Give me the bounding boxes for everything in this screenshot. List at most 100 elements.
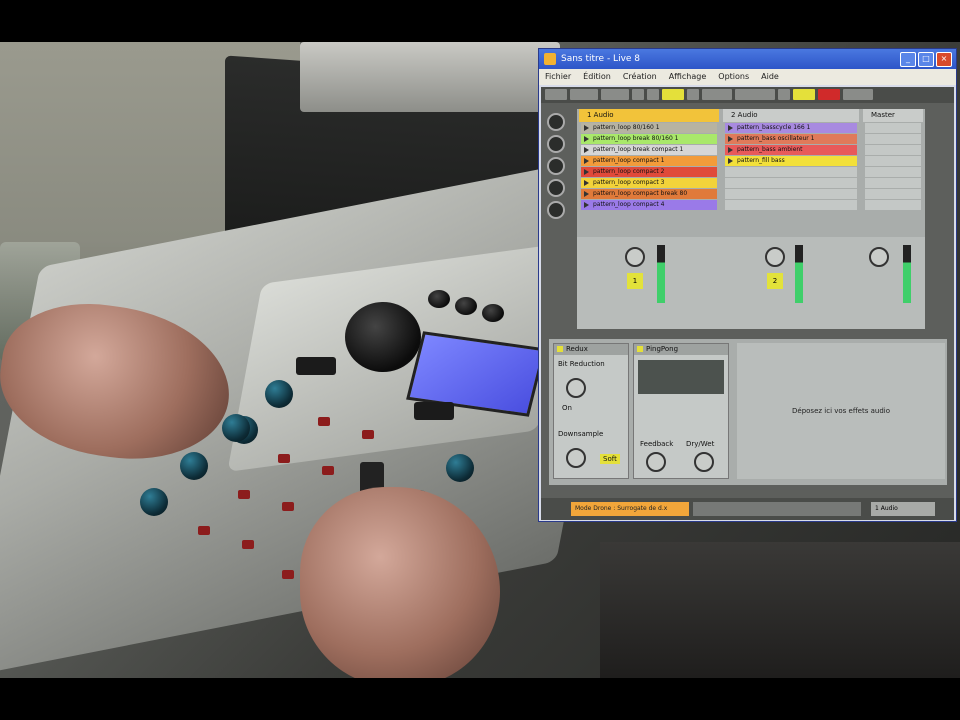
clip-slot[interactable]: pattern_fill bass (725, 156, 857, 166)
device-view: Redux Bit Reduction On Downsample Soft P… (549, 339, 947, 485)
scene-slot[interactable] (865, 167, 921, 177)
browser-icon[interactable] (547, 157, 565, 175)
transport-bar (541, 87, 954, 103)
mixer-pad (414, 402, 454, 420)
status-bar: Mode Drone : Surrogate de d.x 1 Audio (541, 498, 954, 520)
pan-knob[interactable] (869, 247, 889, 267)
mixer-button (428, 290, 450, 308)
scene-slot[interactable] (865, 178, 921, 188)
mixer-knob (180, 452, 208, 480)
maximize-button[interactable]: □ (918, 52, 934, 67)
scene-slot[interactable] (865, 156, 921, 166)
device-toggle-label[interactable]: On (562, 404, 572, 412)
record-button[interactable] (818, 89, 840, 100)
browser-icon[interactable] (547, 135, 565, 153)
clip-slot[interactable]: pattern_loop compact break 80 (581, 189, 717, 199)
mixer-knob (446, 454, 474, 482)
menu-view[interactable]: Affichage (669, 69, 707, 85)
empty-clip-slot[interactable] (725, 200, 857, 210)
menu-file[interactable]: Fichier (545, 69, 571, 85)
jog-knob (345, 302, 421, 372)
mixer-led (282, 502, 294, 511)
device-knob[interactable] (566, 448, 586, 468)
browser-icon[interactable] (547, 201, 565, 219)
menu-options[interactable]: Options (718, 69, 749, 85)
transport-button[interactable] (735, 89, 775, 100)
transport-button[interactable] (687, 89, 699, 100)
transport-button[interactable] (843, 89, 873, 100)
scene-slot[interactable] (865, 134, 921, 144)
device-label: Bit Reduction (558, 360, 605, 368)
track-header[interactable]: 2 Audio (723, 109, 859, 122)
track-activator[interactable]: 2 (767, 273, 783, 289)
minimize-button[interactable]: _ (900, 52, 916, 67)
cables-area (600, 542, 960, 678)
clip-slot[interactable]: pattern_loop compact 2 (581, 167, 717, 177)
transport-button[interactable] (601, 89, 629, 100)
scene-slot[interactable] (865, 200, 921, 210)
clip-slot[interactable]: pattern_bass oscillateur 1 (725, 134, 857, 144)
effects-drop-zone[interactable]: Déposez ici vos effets audio (737, 343, 945, 479)
clip-slot[interactable]: pattern_loop compact 3 (581, 178, 717, 188)
mixer-led (242, 540, 254, 549)
browser-icon[interactable] (547, 113, 565, 131)
empty-clip-slot[interactable] (725, 167, 857, 177)
device-knob[interactable] (694, 452, 714, 472)
level-meter (657, 245, 665, 303)
transport-button[interactable] (702, 89, 732, 100)
track-activator[interactable]: 1 (627, 273, 643, 289)
device-title[interactable]: Redux (554, 344, 628, 355)
scene-slot[interactable] (865, 189, 921, 199)
transport-button[interactable] (778, 89, 790, 100)
empty-clip-slot[interactable] (725, 189, 857, 199)
filter-display[interactable] (638, 360, 724, 394)
window-titlebar: Sans titre - Live 8 _ □ × (539, 49, 956, 69)
transport-button[interactable] (662, 89, 684, 100)
status-message: Mode Drone : Surrogate de d.x (571, 502, 689, 516)
menu-help[interactable]: Aide (761, 69, 779, 85)
mixer-led (278, 454, 290, 463)
session-view: 1 Audio pattern_loop 80/160 1 pattern_lo… (577, 109, 925, 329)
browser-icons (547, 109, 569, 223)
live-workspace: 1 Audio pattern_loop 80/160 1 pattern_lo… (541, 87, 954, 520)
mixer-led (322, 466, 334, 475)
transport-button[interactable] (545, 89, 567, 100)
scene-slot[interactable] (865, 145, 921, 155)
pan-knob[interactable] (625, 247, 645, 267)
menu-bar: Fichier Édition Création Affichage Optio… (539, 69, 956, 85)
app-icon (544, 53, 556, 65)
device-title[interactable]: PingPong (634, 344, 728, 355)
device-knob[interactable] (566, 378, 586, 398)
device-knob[interactable] (646, 452, 666, 472)
clip-slot[interactable]: pattern_basscycle 166 1 (725, 123, 857, 133)
level-meter (795, 245, 803, 303)
device-mode[interactable]: Soft (600, 454, 620, 464)
empty-clip-slot[interactable] (725, 178, 857, 188)
play-button[interactable] (632, 89, 644, 100)
pan-knob[interactable] (765, 247, 785, 267)
mixer-knob (140, 488, 168, 516)
mixer-led (318, 417, 330, 426)
track-header[interactable]: Master (863, 109, 923, 122)
close-button[interactable]: × (936, 52, 952, 67)
window-controls: _ □ × (900, 52, 952, 67)
clip-slot[interactable]: pattern_loop break 80/160 1 (581, 134, 717, 144)
device-label: Dry/Wet (686, 440, 715, 448)
clip-slot[interactable]: pattern_bass ambient (725, 145, 857, 155)
ableton-window: Sans titre - Live 8 _ □ × Fichier Éditio… (538, 48, 957, 522)
clip-slot[interactable]: pattern_loop 80/160 1 (581, 123, 717, 133)
browser-icon[interactable] (547, 179, 565, 197)
track-header[interactable]: 1 Audio (579, 109, 719, 122)
menu-create[interactable]: Création (623, 69, 657, 85)
mixer-section: 1 2 (577, 237, 925, 329)
transport-button[interactable] (570, 89, 598, 100)
clip-slot[interactable]: pattern_loop break compact 1 (581, 145, 717, 155)
laptop-lid (300, 42, 560, 112)
clip-slot[interactable]: pattern_loop compact 1 (581, 156, 717, 166)
transport-button[interactable] (793, 89, 815, 100)
scene-slot[interactable] (865, 123, 921, 133)
clip-slot[interactable]: pattern_loop compact 4 (581, 200, 717, 210)
stop-button[interactable] (647, 89, 659, 100)
menu-edit[interactable]: Édition (583, 69, 611, 85)
track-selector[interactable]: 1 Audio (871, 502, 935, 516)
